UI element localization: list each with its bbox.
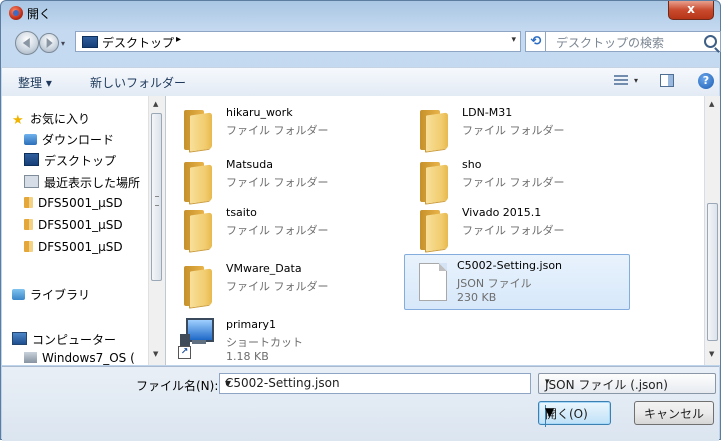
refresh-button[interactable]: ⟲: [525, 31, 547, 52]
scroll-down-icon[interactable]: ▼: [709, 350, 714, 358]
change-view-icon[interactable]: [614, 74, 628, 88]
nav-item-libraries[interactable]: ライブラリ: [12, 286, 90, 303]
nav-item-downloads[interactable]: ダウンロード: [24, 131, 114, 148]
cancel-button[interactable]: キャンセル: [634, 401, 714, 425]
back-button[interactable]: [15, 31, 39, 55]
app-icon: [9, 6, 23, 20]
computer-icon: [12, 332, 27, 345]
list-item[interactable]: ↗ primary1 ショートカット 1.18 KB: [170, 314, 396, 365]
folder-icon: [420, 110, 452, 152]
chevron-down-icon[interactable]: ▾: [545, 377, 710, 387]
nav-item-computer[interactable]: コンピューター: [12, 331, 116, 348]
scrollbar-thumb[interactable]: [707, 203, 718, 341]
folder-icon: [420, 210, 452, 252]
cancel-button-label: キャンセル: [643, 407, 704, 421]
list-item[interactable]: tsaito ファイル フォルダー: [170, 202, 396, 258]
open-options-dropdown-icon[interactable]: ▼: [545, 405, 554, 419]
preview-pane-icon[interactable]: [660, 74, 674, 87]
download-icon: [24, 134, 37, 145]
organize-button[interactable]: 整理 ▾: [18, 74, 52, 91]
open-button[interactable]: 開く(O) ▼: [538, 401, 611, 427]
recent-places-icon: [24, 175, 39, 188]
folder-icon: [24, 241, 33, 252]
scroll-up-icon[interactable]: ▲: [153, 100, 158, 108]
nav-item-dfs5001-2[interactable]: DFS5001_µSD: [24, 218, 123, 232]
title-bar: 開く x: [1, 1, 720, 25]
filename-label: ファイル名(N):: [136, 379, 219, 393]
desktop-icon: [24, 153, 39, 166]
drive-icon: [24, 352, 37, 363]
shortcut-icon: ↗: [178, 314, 214, 359]
search-icon[interactable]: [704, 35, 717, 48]
nav-item-favorites[interactable]: ★ お気に入り: [12, 110, 90, 128]
navigation-pane: ★ お気に入り ダウンロード デスクトップ 最近表示した場所 DFS5001_µS…: [2, 96, 148, 365]
folder-icon: [184, 210, 216, 252]
window-title: 開く: [27, 7, 52, 21]
dialog-footer: ファイル名(N): C5002-Setting.json ▾ JSON ファイル…: [2, 366, 719, 441]
list-item[interactable]: Vivado 2015.1 ファイル フォルダー: [406, 202, 632, 258]
close-button[interactable]: x: [668, 1, 714, 20]
navigation-row: ▾ デスクトップ ▸ ▾ ⟲ デスクトップの検索: [1, 27, 721, 57]
folder-icon: [184, 162, 216, 204]
filename-history-dropdown-icon[interactable]: ▾: [225, 376, 526, 390]
filename-field[interactable]: C5002-Setting.json ▾: [219, 373, 531, 394]
nav-item-recent-places[interactable]: 最近表示した場所: [24, 174, 140, 191]
search-box[interactable]: デスクトップの検索: [545, 31, 721, 52]
new-folder-button[interactable]: 新しいフォルダー: [90, 74, 186, 91]
recent-pages-dropdown[interactable]: ▾: [61, 39, 65, 48]
address-dropdown-icon[interactable]: ▾: [511, 35, 516, 45]
file-type-select[interactable]: JSON ファイル (.json) ▾: [538, 373, 716, 394]
desktop-icon: [82, 36, 98, 48]
breadcrumb-desktop[interactable]: デスクトップ: [102, 34, 174, 51]
main-area: ★ お気に入り ダウンロード デスクトップ 最近表示した場所 DFS5001_µS…: [2, 96, 720, 365]
folder-icon: [184, 266, 216, 308]
file-list: hikaru_work ファイル フォルダー LDN-M31 ファイル フォルダ…: [166, 96, 704, 365]
star-icon: ★: [12, 113, 24, 128]
folder-icon: [24, 197, 33, 208]
forward-button[interactable]: [39, 33, 59, 53]
list-item[interactable]: VMware_Data ファイル フォルダー: [170, 258, 396, 314]
json-file-icon: [419, 263, 447, 301]
help-icon[interactable]: ?: [698, 73, 714, 89]
command-bar: 整理 ▾ 新しいフォルダー ▾ ?: [2, 67, 719, 97]
list-item[interactable]: LDN-M31 ファイル フォルダー: [406, 102, 632, 158]
scroll-up-icon[interactable]: ▲: [709, 100, 714, 108]
search-input[interactable]: デスクトップの検索: [556, 34, 664, 51]
scroll-down-icon[interactable]: ▼: [153, 350, 158, 358]
view-options-dropdown-icon[interactable]: ▾: [634, 76, 638, 85]
file-list-scrollbar[interactable]: ▲ ▼: [704, 96, 720, 365]
address-bar[interactable]: デスクトップ ▸ ▾: [75, 31, 521, 52]
nav-item-desktop[interactable]: デスクトップ: [24, 152, 116, 169]
folder-icon: [24, 219, 33, 230]
open-file-dialog: 開く x ▾ デスクトップ ▸ ▾ ⟲ デスクトップの検索 整理 ▾ 新しいフォ…: [0, 0, 721, 441]
navigation-scrollbar[interactable]: ▲ ▼: [148, 96, 166, 365]
list-item[interactable]: hikaru_work ファイル フォルダー: [170, 102, 396, 158]
folder-icon: [420, 162, 452, 204]
breadcrumb-chevron-icon[interactable]: ▸: [176, 34, 181, 45]
folder-icon: [184, 110, 216, 152]
nav-item-dfs5001-1[interactable]: DFS5001_µSD: [24, 196, 123, 210]
list-item-selected[interactable]: C5002-Setting.json JSON ファイル 230 KB: [404, 254, 630, 310]
nav-item-dfs5001-3[interactable]: DFS5001_µSD: [24, 240, 123, 254]
nav-item-windows7-drive[interactable]: Windows7_OS (: [24, 351, 135, 365]
library-icon: [12, 289, 25, 300]
scrollbar-thumb[interactable]: [151, 113, 162, 281]
